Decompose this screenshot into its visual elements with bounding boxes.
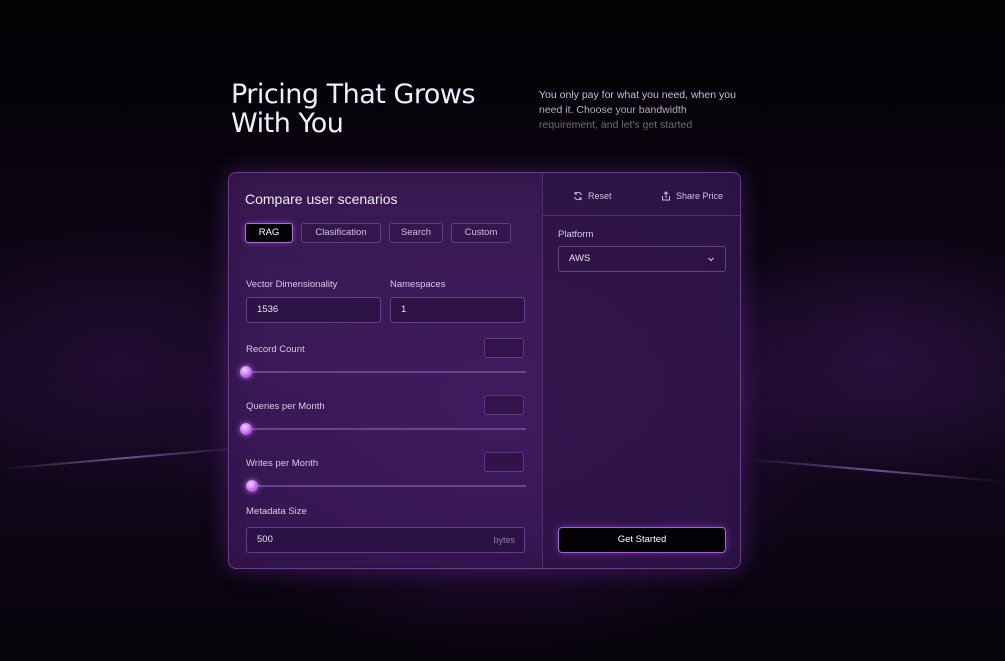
namespaces-input[interactable]: 1 xyxy=(390,297,525,323)
platform-label: Platform xyxy=(558,229,594,240)
divider xyxy=(543,215,740,216)
queries-per-month-slider-thumb[interactable] xyxy=(240,423,252,435)
scenario-tabs: RAG Clasification Search Custom xyxy=(245,223,511,243)
record-count-slider-thumb[interactable] xyxy=(240,366,252,378)
metadata-size-label: Metadata Size xyxy=(246,506,307,517)
refresh-icon xyxy=(574,191,582,201)
metadata-size-input[interactable]: 500 bytes xyxy=(246,527,525,553)
tab-rag[interactable]: RAG xyxy=(245,223,293,243)
record-count-slider-track[interactable] xyxy=(240,366,526,378)
tab-search[interactable]: Search xyxy=(389,223,443,243)
page-title: Pricing That Grows With You xyxy=(231,79,476,139)
scenario-panel: Compare user scenarios RAG Clasification… xyxy=(229,173,542,568)
metadata-size-unit: bytes xyxy=(493,535,515,545)
queries-per-month-label: Queries per Month xyxy=(246,401,325,412)
pricing-calculator: Compare user scenarios RAG Clasification… xyxy=(228,172,741,569)
record-count-value-box[interactable] xyxy=(484,338,524,358)
chevron-down-icon xyxy=(708,257,714,262)
metadata-size-value: 500 xyxy=(257,534,273,545)
platform-select[interactable]: AWS xyxy=(558,246,726,272)
record-count-label: Record Count xyxy=(246,344,305,355)
writes-per-month-slider-thumb[interactable] xyxy=(245,480,258,492)
reset-label: Reset xyxy=(588,191,612,201)
platform-selected-value: AWS xyxy=(569,253,591,264)
vector-dimensionality-input[interactable]: 1536 xyxy=(246,297,381,323)
summary-panel: Reset Share Price Platform AWS Get Start… xyxy=(542,173,740,568)
writes-per-month-label: Writes per Month xyxy=(246,458,319,469)
share-icon xyxy=(662,191,670,201)
share-price-button[interactable]: Share Price xyxy=(661,191,723,201)
share-price-label: Share Price xyxy=(676,191,724,201)
get-started-button[interactable]: Get Started xyxy=(558,527,726,553)
reset-button[interactable]: Reset xyxy=(573,191,612,201)
queries-per-month-slider-track[interactable] xyxy=(240,423,526,435)
tab-custom[interactable]: Custom xyxy=(451,223,511,243)
writes-per-month-slider-track[interactable] xyxy=(245,480,526,492)
page-description: You only pay for what you need, when you… xyxy=(539,89,736,131)
writes-per-month-value-box[interactable] xyxy=(484,452,524,472)
tab-clasification[interactable]: Clasification xyxy=(301,223,381,243)
namespaces-label: Namespaces xyxy=(390,279,446,290)
vector-dimensionality-label: Vector Dimensionality xyxy=(246,279,338,290)
queries-per-month-value-box[interactable] xyxy=(484,395,524,415)
scenario-title: Compare user scenarios xyxy=(245,191,398,207)
